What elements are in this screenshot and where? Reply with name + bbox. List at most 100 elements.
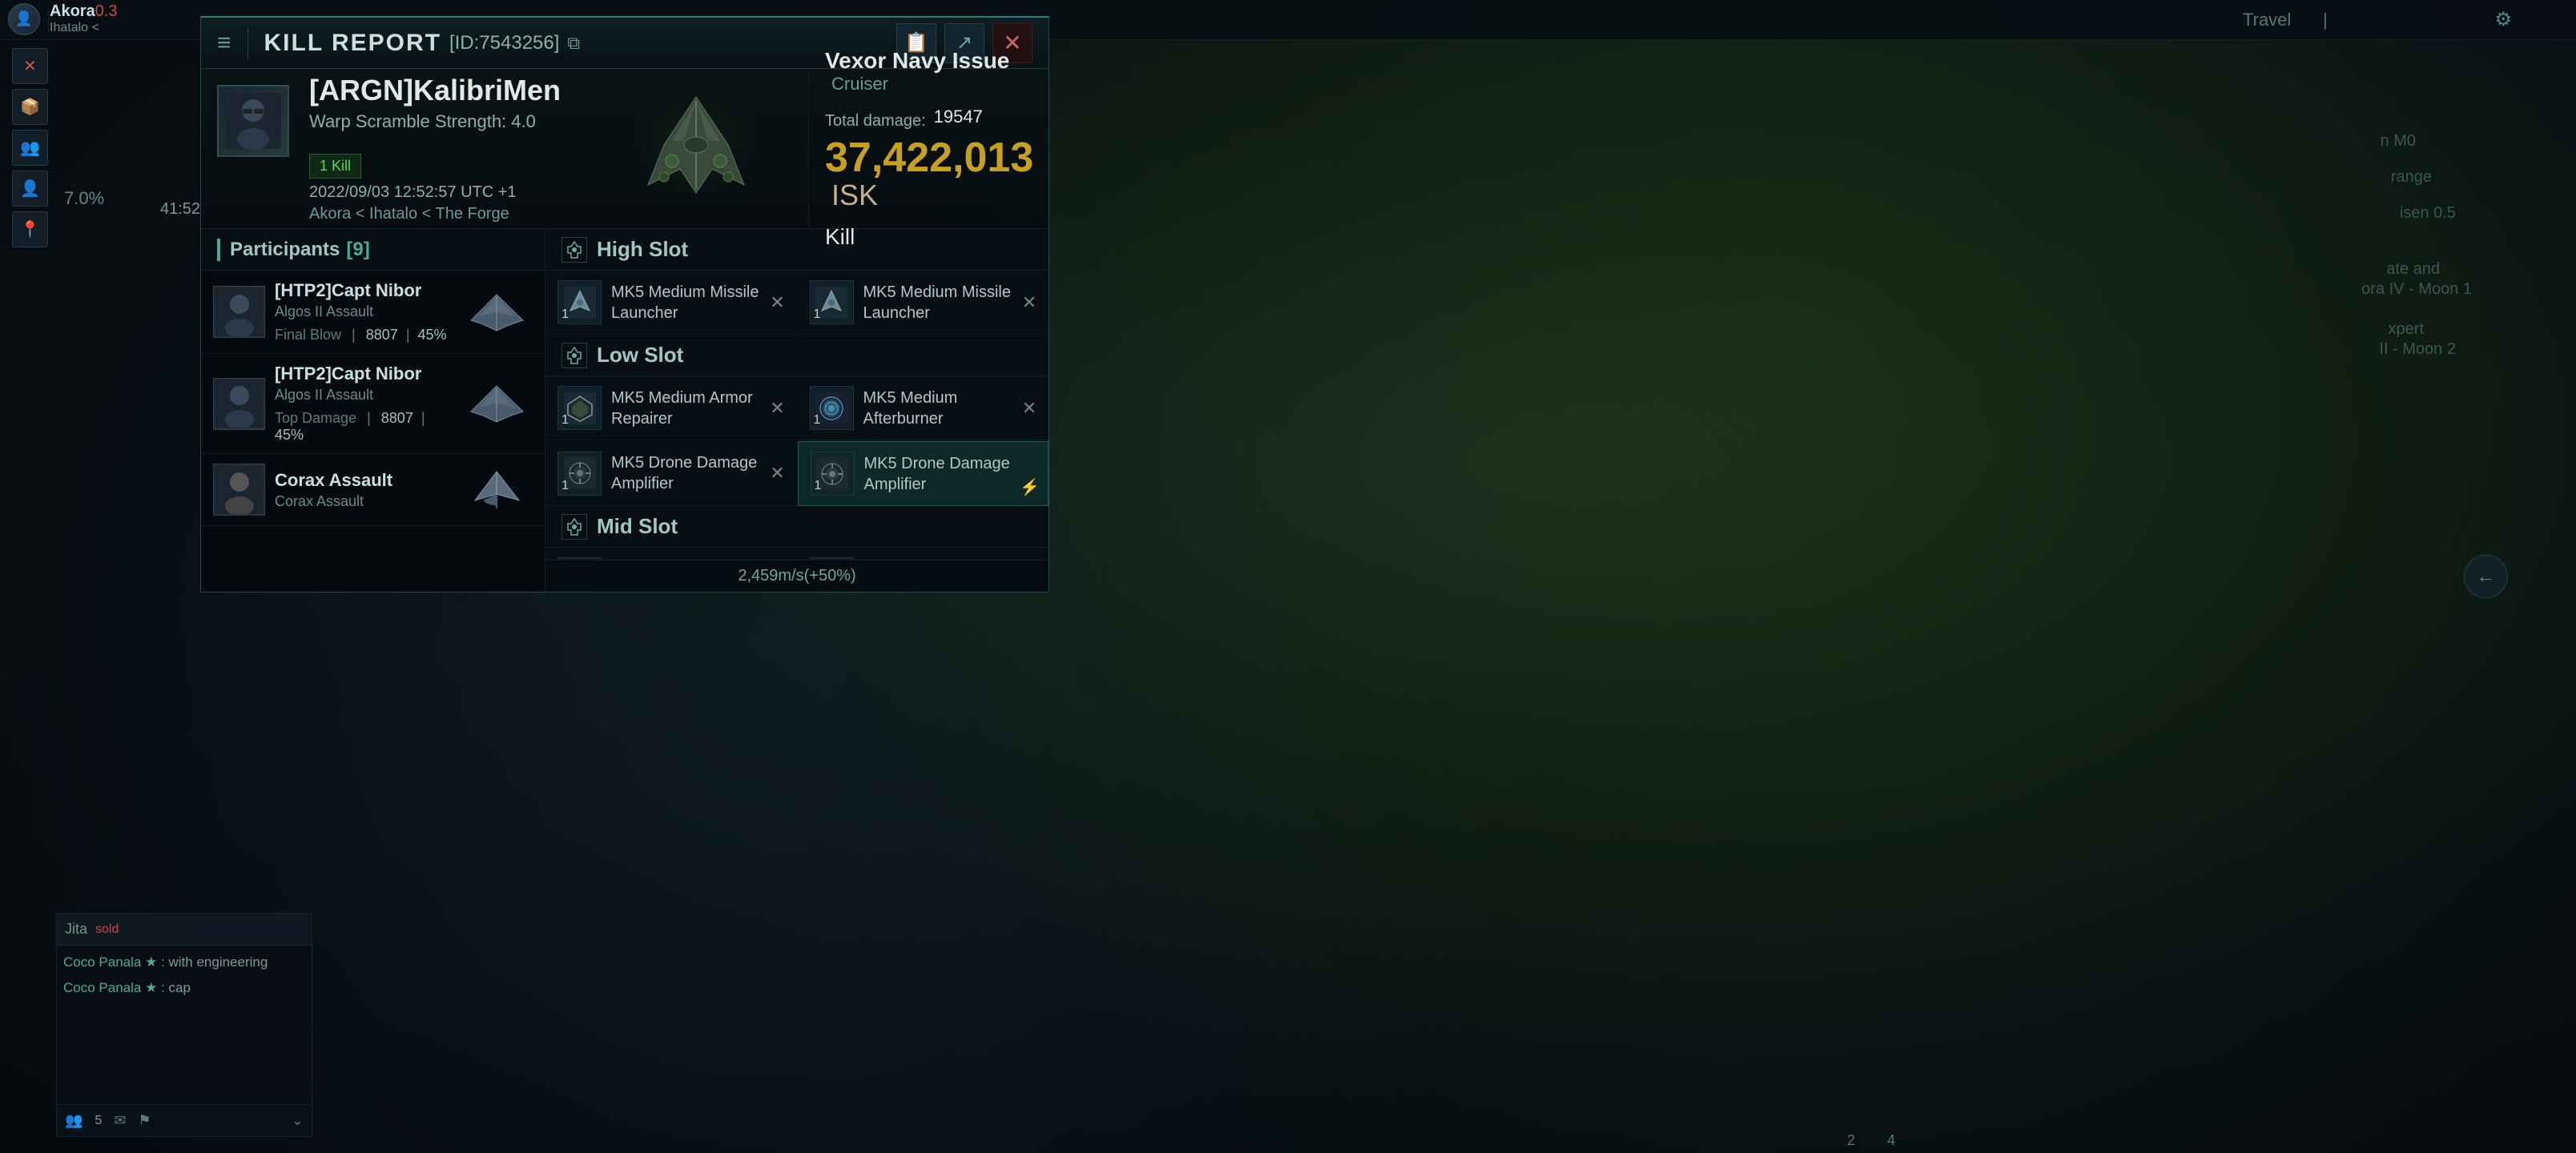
low-slot-label: Low Slot [597,343,683,368]
isk-label: ISK [831,179,878,211]
modal-id: [ID:7543256] [449,32,559,54]
mid-slot-header: Mid Slot [545,506,1049,548]
copy-id-icon[interactable]: ⧉ [567,33,580,54]
damage-line: Total damage: 19547 [825,104,1032,131]
chat-author-2: Coco Panala ★ [63,980,157,995]
header-title-group: KILL REPORT [ID:7543256] ⧉ [264,30,581,57]
menu-icon[interactable]: ≡ [217,30,231,57]
list-item[interactable]: [HTP2]Capt Nibor Algos II Assault Final … [201,271,545,354]
total-damage-value: 19547 [934,106,983,127]
low-slot-grid: 1 MK5 Medium Armor Repairer ✕ [545,376,1049,506]
right-nav: ← [2464,555,2508,599]
victim-panel: [ARGN]KalibriMen Warp Scramble Strength:… [201,69,584,228]
high-slot-label: High Slot [597,237,688,262]
nav-arrow-left[interactable]: ← [2464,555,2508,599]
equip-name-1: MK5 Medium Missile Launcher [611,282,785,323]
bg-label-5: ora IV - Moon 1 [2361,280,2472,299]
participant-name-1: [HTP2]Capt Nibor [275,280,451,301]
equip-item[interactable]: 1 MK5 Medium Armor Repairer ✕ [545,376,797,440]
location-nav-icon[interactable]: 📍 [12,211,48,247]
kill-report-modal: ≡ KILL REPORT [ID:7543256] ⧉ 📋 ↗ ✕ [200,16,1049,593]
chat-people-icon[interactable]: 👥 [65,1112,83,1129]
bg-label-3: isen 0.5 [2400,204,2456,223]
participant-ship-2: Algos II Assault [275,387,451,404]
participants-title: Participants [9] [201,229,545,271]
mid-slot-grid: 1 MK5 Stasis Webifier ✕ 1 [545,548,1049,560]
kill-stats-panel: Vexor Navy Issue Cruiser Total damage: 1… [808,69,1049,228]
chat-channel-name: Jita [65,921,87,938]
equip-icon-2: 1 [810,280,854,324]
participant-name-2: [HTP2]Capt Nibor [275,364,451,384]
speed-value: 2,459m/s(+50%) [738,567,855,585]
list-item[interactable]: [HTP2]Capt Nibor Algos II Assault Top Da… [201,354,545,454]
equip-item[interactable]: 1 MK5 Medium Afterburner ✕ [798,376,1049,440]
equip-name-ab: MK5 Medium Afterburner [863,388,1037,429]
equip-count-2: 1 [814,307,821,322]
char-info-block: Akora0.3 Ihatalo < [50,2,118,35]
chat-author-1: Coco Panala ★ [63,954,157,970]
chat-messages: Coco Panala ★ : with engineering Coco Pa… [57,946,312,1004]
chat-sold-indicator: sold [95,922,119,937]
equip-icon-afterburner: 1 [810,386,854,430]
low-slot-icon [561,343,587,368]
kill-timestamp: 2022/09/03 12:52:57 UTC +1 [309,183,564,202]
cargo-nav-icon[interactable]: 📦 [12,89,48,125]
participant-stats-1: Final Blow | 8807 | 45% [275,327,451,343]
equip-item[interactable]: 1 MK5 Stasis Webifier ✕ [545,548,797,560]
equip-name-dda1: MK5 Drone Damage Amplifier [611,452,785,494]
equip-item[interactable]: 1 MK5 Medium Energy [798,548,1049,560]
close-nav-icon[interactable]: ✕ [12,48,48,84]
isk-line: 37,422,013 ISK [825,137,1032,212]
chat-flag-icon[interactable]: ⚑ [138,1112,151,1129]
chat-header: Jita sold [57,914,312,946]
equip-item[interactable]: 1 MK5 Medium Missile Launcher ✕ [798,271,1049,335]
ship-display [584,69,808,228]
stat-pipe-2: | [421,410,425,426]
equipment-scroll: High Slot 1 MK5 Medium Miss [545,229,1049,560]
participant-info-2: [HTP2]Capt Nibor Algos II Assault Top Da… [275,364,451,444]
stat-percent-2: 45% [275,427,304,443]
equip-remove-1[interactable]: ✕ [767,291,789,314]
equip-icon-dda1: 1 [557,452,602,496]
equip-remove-ab[interactable]: ✕ [1018,397,1040,420]
chat-mail-icon[interactable]: ✉ [114,1112,126,1129]
participant-name-3: Corax Assault [275,470,451,491]
bg-label-6: xpert [2389,320,2424,339]
char-nav-icon[interactable]: 👤 [12,171,48,207]
stat-separator-2: | [367,410,371,426]
participant-avatar-1 [213,286,265,338]
equip-name-2: MK5 Medium Missile Launcher [863,282,1037,323]
chat-text-2: cap [169,980,191,995]
high-slot-icon [561,237,587,263]
participant-ship-img-3 [461,468,533,512]
equip-icon-stasis: 1 [557,557,602,560]
equip-count-ab: 1 [814,413,821,428]
ship-class-type: Cruiser [831,74,888,94]
stat-damage-2: 8807 [381,410,413,426]
chat-message-2: Coco Panala ★ : cap [63,978,305,998]
ship-svg [616,81,776,217]
kill-info-header: [ARGN]KalibriMen Warp Scramble Strength:… [201,69,1049,229]
equip-remove-armor[interactable]: ✕ [767,397,789,420]
hud-value-right: 41:52 [160,200,200,219]
total-damage-label: Total damage: [825,112,926,131]
equip-count-armor: 1 [561,413,569,428]
participant-avatar-3 [213,464,265,516]
filter-icon[interactable]: ⚙ [2494,8,2512,31]
equip-remove-2[interactable]: ✕ [1018,291,1040,314]
chat-chevron-icon[interactable]: ⌄ [292,1112,304,1129]
equip-item[interactable]: 1 MK5 Drone Damage Amplifier ⚡ [798,441,1049,506]
speed-bar: 2,459m/s(+50%) [545,560,1049,592]
chat-panel: Jita sold Coco Panala ★ : with engineeri… [56,913,312,1137]
list-item[interactable]: Corax Assault Corax Assault [201,454,545,526]
equip-remove-dda1[interactable]: ✕ [767,462,789,484]
people-nav-icon[interactable]: 👥 [12,130,48,166]
equip-item[interactable]: 1 MK5 Medium Missile Launcher ✕ [545,271,797,335]
victim-name: [ARGN]KalibriMen [309,74,564,107]
equip-item[interactable]: 1 MK5 Drone Damage Amplifier ✕ [545,441,797,506]
equip-name-dda2: MK5 Drone Damage Amplifier [864,453,1036,495]
kill-badge: 1 Kill [309,144,564,179]
chat-count: 5 [95,1114,102,1128]
participants-count: [9] [346,239,369,261]
bg-label-4: ate and [2386,260,2440,279]
